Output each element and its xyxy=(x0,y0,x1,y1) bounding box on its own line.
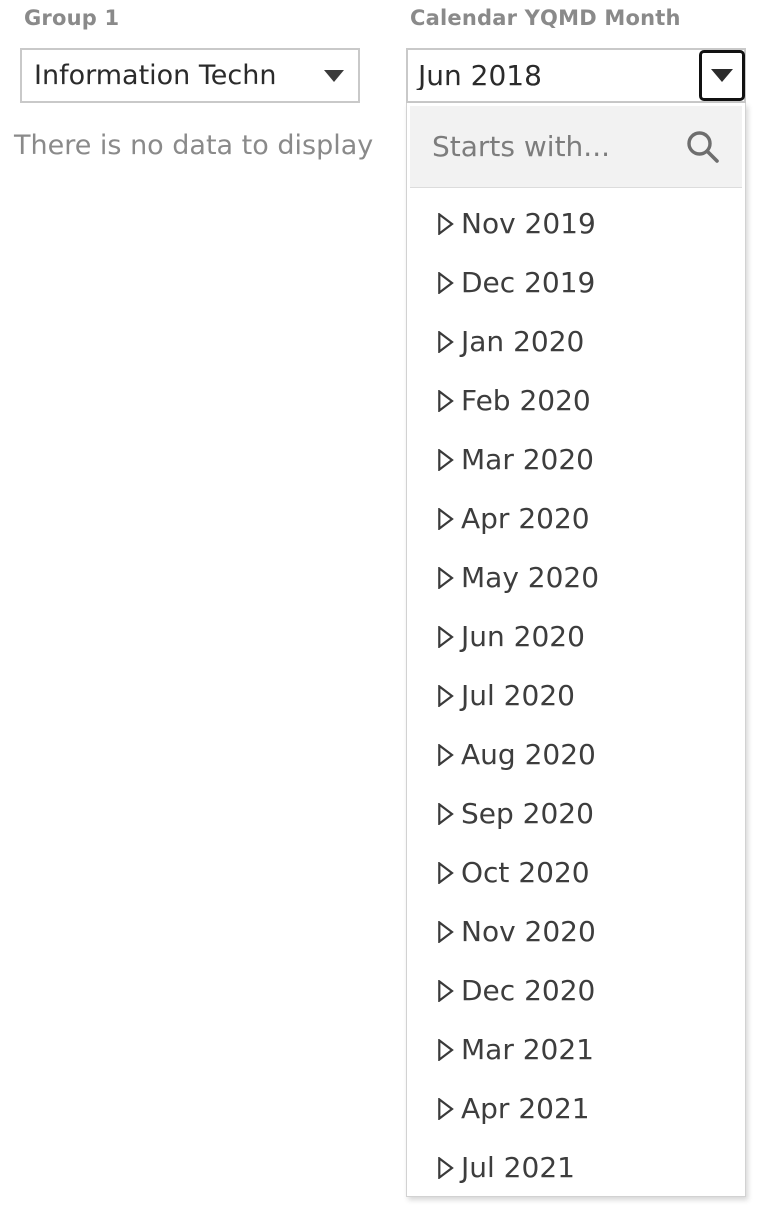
dropdown-option[interactable]: May 2020 xyxy=(407,548,745,607)
triangle-right-outline-icon xyxy=(438,448,454,471)
group1-select-value: Information Techn xyxy=(34,62,277,89)
triangle-right-outline-icon xyxy=(438,920,454,943)
dropdown-option-label: May 2020 xyxy=(461,560,600,594)
dropdown-option-label: Aug 2020 xyxy=(461,737,596,771)
dropdown-option[interactable]: Jun 2020 xyxy=(407,607,745,666)
dropdown-option[interactable]: Apr 2020 xyxy=(407,489,745,548)
calendar-yqmd-month-label: Calendar YQMD Month xyxy=(410,6,681,30)
dropdown-option-label: Apr 2020 xyxy=(461,501,590,535)
dropdown-option-label: Nov 2020 xyxy=(461,914,596,948)
triangle-right-outline-icon xyxy=(438,861,454,884)
dropdown-option-label: Jul 2020 xyxy=(461,678,575,712)
dropdown-option[interactable]: Aug 2020 xyxy=(407,725,745,784)
triangle-right-outline-icon xyxy=(438,684,454,707)
triangle-right-outline-icon xyxy=(438,566,454,589)
dropdown-option-label: Jan 2020 xyxy=(461,324,585,358)
triangle-right-outline-icon xyxy=(438,1097,454,1120)
dropdown-option[interactable]: Apr 2021 xyxy=(407,1079,745,1138)
no-data-message: There is no data to display xyxy=(14,130,374,161)
triangle-right-outline-icon xyxy=(438,1038,454,1061)
dropdown-option-label: Dec 2020 xyxy=(461,973,596,1007)
calendar-month-combobox[interactable]: Jun 2018 xyxy=(406,48,746,103)
dropdown-option[interactable]: Oct 2020 xyxy=(407,843,745,902)
triangle-right-outline-icon xyxy=(438,1156,454,1179)
triangle-right-outline-icon xyxy=(438,212,454,235)
triangle-right-outline-icon xyxy=(438,507,454,530)
dropdown-option-list: Nov 2019 Dec 2019 Jan 2020 Feb 2020 Mar 2020… xyxy=(407,188,745,1196)
group1-select[interactable]: Information Techn xyxy=(20,48,360,103)
triangle-right-outline-icon xyxy=(438,271,454,294)
dropdown-search-row[interactable] xyxy=(410,106,742,188)
dropdown-option[interactable]: Dec 2020 xyxy=(407,961,745,1020)
search-input[interactable] xyxy=(432,130,676,163)
dropdown-option[interactable]: Sep 2020 xyxy=(407,784,745,843)
calendar-month-dropdown-panel: Nov 2019 Dec 2019 Jan 2020 Feb 2020 Mar 2020… xyxy=(406,103,746,1197)
dropdown-option-label: Feb 2020 xyxy=(461,383,591,417)
dropdown-option-label: Dec 2019 xyxy=(461,265,596,299)
dropdown-option-label: Mar 2020 xyxy=(461,442,594,476)
group1-label: Group 1 xyxy=(24,6,120,30)
dropdown-option-label: Oct 2020 xyxy=(461,855,590,889)
dropdown-option-label: Apr 2021 xyxy=(461,1091,590,1125)
triangle-right-outline-icon xyxy=(438,802,454,825)
dropdown-option[interactable]: Feb 2020 xyxy=(407,371,745,430)
triangle-right-outline-icon xyxy=(438,389,454,412)
dropdown-option-label: Mar 2021 xyxy=(461,1032,594,1066)
caret-down-icon xyxy=(711,69,733,82)
dropdown-option[interactable]: Jul 2020 xyxy=(407,666,745,725)
dropdown-option-label: Nov 2019 xyxy=(461,206,596,240)
dropdown-option[interactable]: Dec 2019 xyxy=(407,253,745,312)
dropdown-option-label: Jun 2020 xyxy=(461,619,585,653)
dropdown-option[interactable]: Nov 2020 xyxy=(407,902,745,961)
dropdown-option[interactable]: Mar 2021 xyxy=(407,1020,745,1079)
calendar-month-combobox-value: Jun 2018 xyxy=(418,61,542,90)
dropdown-option[interactable]: Jul 2021 xyxy=(407,1138,745,1196)
caret-down-icon xyxy=(324,69,344,82)
triangle-right-outline-icon xyxy=(438,979,454,1002)
combobox-toggle-button[interactable] xyxy=(699,50,745,101)
dropdown-option-label: Jul 2021 xyxy=(461,1150,575,1184)
search-icon[interactable] xyxy=(684,128,722,166)
dropdown-option[interactable]: Mar 2020 xyxy=(407,430,745,489)
triangle-right-outline-icon xyxy=(438,625,454,648)
dropdown-option-label: Sep 2020 xyxy=(461,796,594,830)
triangle-right-outline-icon xyxy=(438,330,454,353)
triangle-right-outline-icon xyxy=(438,743,454,766)
dropdown-option[interactable]: Nov 2019 xyxy=(407,194,745,253)
dropdown-option[interactable]: Jan 2020 xyxy=(407,312,745,371)
screen-root: Group 1 Information Techn There is no da… xyxy=(0,0,763,1226)
